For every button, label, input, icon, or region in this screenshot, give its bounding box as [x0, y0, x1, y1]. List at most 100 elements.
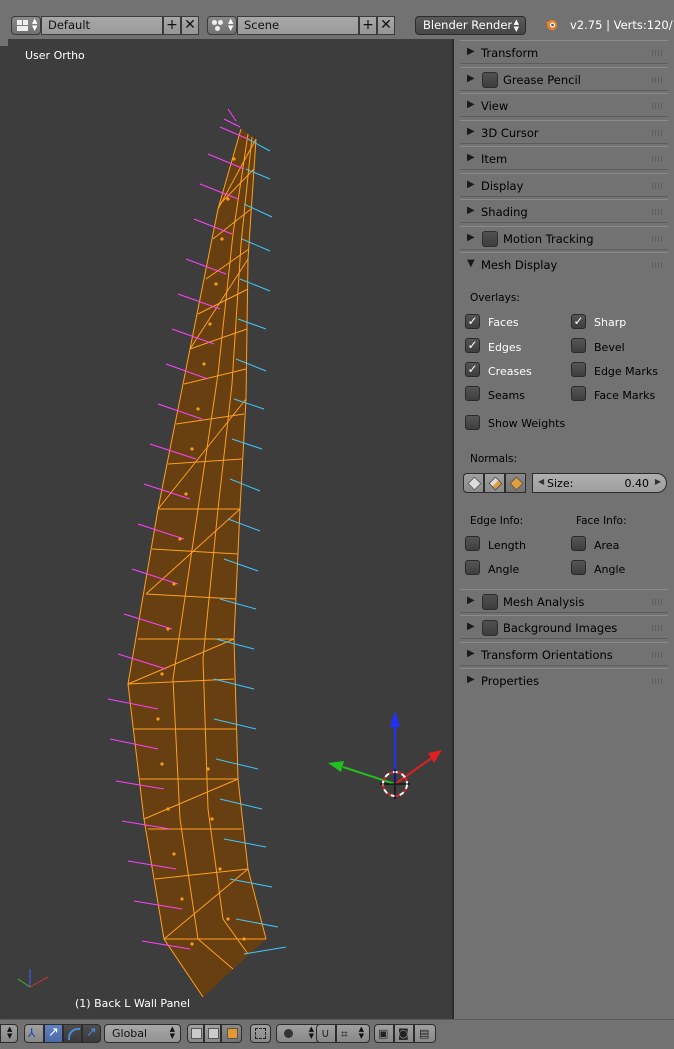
- collapsed-arrow-icon: ▶: [467, 621, 475, 632]
- remove-layout-button[interactable]: ✕: [181, 16, 199, 35]
- updown-arrows-icon: ▲ ▼: [308, 1025, 314, 1040]
- manipulator-toggle[interactable]: ⅄: [24, 1024, 44, 1043]
- panel-header-display[interactable]: ▶ Display: [460, 173, 668, 197]
- drag-grip-icon[interactable]: [652, 183, 664, 189]
- drag-grip-icon[interactable]: [652, 652, 664, 658]
- drag-grip-icon[interactable]: [652, 130, 664, 136]
- collapsed-arrow-icon: ▶: [467, 99, 475, 110]
- translate-arrow-icon: ↗: [48, 1025, 59, 1040]
- screen-layout-selector[interactable]: ▲ ▼: [11, 16, 41, 35]
- creases-label: Creases: [488, 365, 532, 378]
- face-angle-label: Angle: [594, 563, 626, 576]
- layout-name-field[interactable]: Default: [41, 16, 163, 35]
- size-value: 0.40: [624, 477, 650, 490]
- decrement-arrow-icon: ◀: [538, 477, 545, 486]
- show-weights-checkbox[interactable]: [465, 415, 480, 430]
- seams-checkbox[interactable]: [465, 386, 480, 401]
- limit-selection-to-visible-button[interactable]: [250, 1024, 271, 1043]
- 3d-viewport[interactable]: User Ortho (1) Back L Wall Panel: [8, 39, 452, 1019]
- drag-grip-icon[interactable]: [652, 625, 664, 631]
- drag-grip-icon[interactable]: [652, 678, 664, 684]
- panel-header-background-images[interactable]: ▶ Background Images: [460, 615, 668, 639]
- rotate-manipulator-button[interactable]: [63, 1024, 82, 1043]
- panel-header-item[interactable]: ▶ Item: [460, 146, 668, 170]
- edge-length-label: Length: [488, 539, 526, 552]
- edges-checkbox[interactable]: ✓: [465, 338, 480, 353]
- add-layout-button[interactable]: +: [163, 16, 181, 35]
- updown-arrows-icon: ▲ ▼: [358, 1025, 364, 1040]
- normal-size-field[interactable]: ◀ Size: 0.40 ▶: [532, 473, 667, 493]
- drag-grip-icon[interactable]: [652, 50, 664, 56]
- layout-grid-icon: [17, 20, 28, 31]
- split-normals-toggle[interactable]: [484, 473, 505, 493]
- snap-toggle-button[interactable]: ∪: [316, 1024, 336, 1043]
- panel-header-mesh-analysis[interactable]: ▶ Mesh Analysis: [460, 589, 668, 613]
- split-normal-icon: [488, 476, 503, 491]
- occlude-geometry-icon: [255, 1028, 266, 1039]
- face-select-mode-button[interactable]: [221, 1024, 242, 1043]
- drag-grip-icon[interactable]: [652, 209, 664, 215]
- drag-grip-icon[interactable]: [652, 599, 664, 605]
- background-images-toggle[interactable]: [482, 620, 498, 636]
- bevel-checkbox[interactable]: [571, 338, 586, 353]
- edge-angle-checkbox[interactable]: [465, 560, 480, 575]
- version-stats: v2.75 | Verts:120/12: [570, 18, 674, 32]
- panel-header-label: Mesh Analysis: [503, 595, 585, 609]
- drag-grip-icon[interactable]: [652, 103, 664, 109]
- panel-header-transform[interactable]: ▶ Transform: [460, 40, 668, 64]
- proportional-editing-selector[interactable]: ▲ ▼: [276, 1024, 321, 1043]
- panel-header-transform-orientations[interactable]: ▶ Transform Orientations: [460, 642, 668, 666]
- edge-info-label: Edge Info:: [470, 515, 524, 527]
- clapperboard-icon: ▤: [419, 1027, 430, 1040]
- panel-header-grease-pencil[interactable]: ▶ Grease Pencil: [460, 67, 668, 91]
- drag-grip-icon[interactable]: [652, 77, 664, 83]
- render-engine-selector[interactable]: Blender Render ▲ ▼: [415, 16, 526, 35]
- opengl-render-animation-button[interactable]: ▤: [414, 1024, 436, 1043]
- pivot-selector[interactable]: ▲ ▼: [0, 1024, 18, 1043]
- grease-pencil-toggle[interactable]: [482, 72, 498, 88]
- motion-tracking-toggle[interactable]: [482, 231, 498, 247]
- face-normal-icon: [509, 476, 524, 491]
- face-marks-checkbox[interactable]: [571, 386, 586, 401]
- scene-name-field[interactable]: Scene: [237, 16, 359, 35]
- vertex-select-mode-button[interactable]: [187, 1024, 204, 1043]
- panel-header-motion-tracking[interactable]: ▶ Motion Tracking: [460, 226, 668, 250]
- panel-header-3d-cursor[interactable]: ▶ 3D Cursor: [460, 120, 668, 144]
- collapsed-arrow-icon: ▶: [467, 46, 475, 57]
- add-scene-button[interactable]: +: [359, 16, 377, 35]
- panel-header-properties[interactable]: ▶ Properties: [460, 668, 668, 692]
- drag-grip-icon[interactable]: [652, 262, 664, 268]
- transform-orientation-selector[interactable]: Global ▲ ▼: [104, 1024, 181, 1043]
- face-angle-checkbox[interactable]: [571, 560, 586, 575]
- creases-checkbox[interactable]: ✓: [465, 362, 480, 377]
- properties-region: ▶ Transform ▶ Grease Pencil ▶ View ▶ 3D …: [452, 39, 674, 1019]
- scene-selector[interactable]: ▲ ▼: [207, 16, 237, 35]
- opengl-render-image-button[interactable]: ▣: [374, 1024, 394, 1043]
- face-area-label: Area: [594, 539, 620, 552]
- edge-select-mode-button[interactable]: [204, 1024, 221, 1043]
- mesh-wireframe[interactable]: [8, 39, 452, 1019]
- updown-arrows-icon: ▲ ▼: [228, 17, 234, 32]
- mesh-analysis-toggle[interactable]: [482, 594, 498, 610]
- snap-element-selector[interactable]: ⌗ ▲ ▼: [336, 1024, 370, 1043]
- drag-grip-icon[interactable]: [652, 236, 664, 242]
- face-area-checkbox[interactable]: [571, 536, 586, 551]
- collapsed-arrow-icon: ▶: [467, 674, 475, 685]
- remove-scene-button[interactable]: ✕: [377, 16, 395, 35]
- edge-length-checkbox[interactable]: [465, 536, 480, 551]
- proportional-edit-icon: [284, 1029, 293, 1038]
- opengl-render-still-button[interactable]: ◙: [394, 1024, 414, 1043]
- face-normals-toggle[interactable]: [505, 473, 526, 493]
- edge-select-icon: [208, 1028, 219, 1039]
- sharp-checkbox[interactable]: ✓: [571, 314, 586, 329]
- vertex-normals-toggle[interactable]: [463, 473, 484, 493]
- drag-grip-icon[interactable]: [652, 156, 664, 162]
- faces-checkbox[interactable]: ✓: [465, 314, 480, 329]
- panel-header-shading[interactable]: ▶ Shading: [460, 199, 668, 223]
- edge-marks-checkbox[interactable]: [571, 362, 586, 377]
- panel-header-view[interactable]: ▶ View: [460, 93, 668, 117]
- panel-header-label: Mesh Display: [481, 258, 558, 272]
- panel-header-mesh-display[interactable]: ▼ Mesh Display: [460, 252, 668, 276]
- scale-manipulator-button[interactable]: ↗: [82, 1024, 101, 1043]
- translate-manipulator-button[interactable]: ↗: [44, 1024, 63, 1043]
